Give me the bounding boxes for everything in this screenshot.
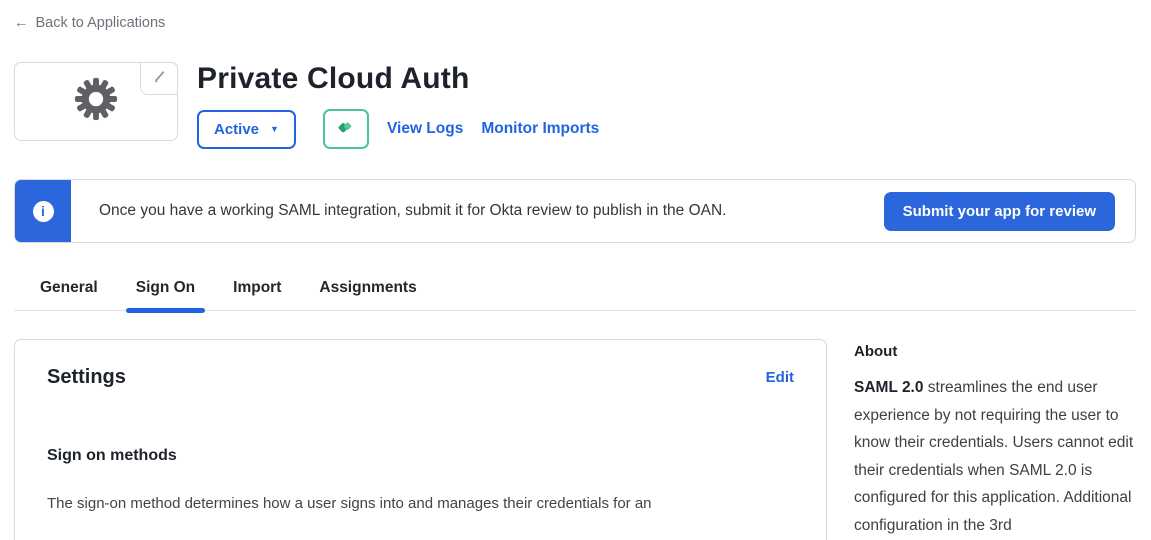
back-to-applications-link[interactable]: ← Back to Applications: [14, 15, 165, 31]
submit-app-for-review-button[interactable]: Submit your app for review: [884, 192, 1115, 231]
tab-assignments-label: Assignments: [319, 279, 416, 296]
sign-on-methods-heading: Sign on methods: [47, 447, 794, 465]
header-actions: Active ▼ View Logs Monitor Imports: [197, 109, 599, 149]
info-banner: i Once you have a working SAML integrati…: [14, 179, 1136, 243]
back-arrow-icon: ←: [14, 15, 29, 31]
back-link-label: Back to Applications: [36, 15, 166, 31]
edit-logo-button[interactable]: [140, 62, 178, 95]
settings-card: Settings Edit Sign on methods The sign-o…: [14, 339, 827, 540]
tab-general[interactable]: General: [30, 279, 108, 310]
pencil-icon: [152, 69, 167, 89]
status-label: Active: [214, 121, 259, 138]
app-tabs: General Sign On Import Assignments: [14, 279, 1136, 311]
monitor-imports-link[interactable]: Monitor Imports: [481, 120, 599, 138]
about-sidebar: About SAML 2.0 streamlines the end user …: [854, 339, 1136, 539]
settings-card-header: Settings Edit: [47, 366, 794, 389]
app-logo-card: [14, 62, 178, 141]
settings-title: Settings: [47, 366, 126, 389]
tab-sign-on-label: Sign On: [136, 279, 195, 296]
tab-general-label: General: [40, 279, 98, 296]
sign-on-methods-description: The sign-on method determines how a user…: [47, 495, 794, 512]
status-dropdown[interactable]: Active ▼: [197, 110, 296, 149]
about-heading: About: [854, 343, 1136, 360]
active-tab-indicator: [126, 308, 205, 313]
edit-settings-link[interactable]: Edit: [766, 369, 794, 386]
info-icon: i: [33, 201, 54, 222]
tab-import-label: Import: [233, 279, 281, 296]
info-banner-strip: i: [15, 180, 71, 242]
about-text: SAML 2.0 streamlines the end user experi…: [854, 374, 1136, 539]
page-title: Private Cloud Auth: [197, 62, 599, 96]
app-header: Private Cloud Auth Active ▼ View Logs Mo…: [14, 62, 1136, 149]
content-row: Settings Edit Sign on methods The sign-o…: [14, 339, 1136, 540]
view-logs-link[interactable]: View Logs: [387, 120, 463, 138]
about-body: streamlines the end user experience by n…: [854, 379, 1133, 534]
handshake-icon: [336, 118, 355, 140]
info-banner-message: Once you have a working SAML integration…: [99, 202, 726, 220]
app-header-main: Private Cloud Auth Active ▼ View Logs Mo…: [197, 62, 599, 149]
about-lead-bold: SAML 2.0: [854, 379, 924, 396]
tab-assignments[interactable]: Assignments: [309, 279, 426, 310]
chevron-down-icon: ▼: [270, 125, 279, 134]
tab-import[interactable]: Import: [223, 279, 291, 310]
app-settings-page: ← Back to Applications: [0, 0, 1151, 540]
partner-handshake-button[interactable]: [323, 109, 369, 149]
gear-icon: [69, 72, 123, 131]
tab-sign-on[interactable]: Sign On: [126, 279, 205, 310]
